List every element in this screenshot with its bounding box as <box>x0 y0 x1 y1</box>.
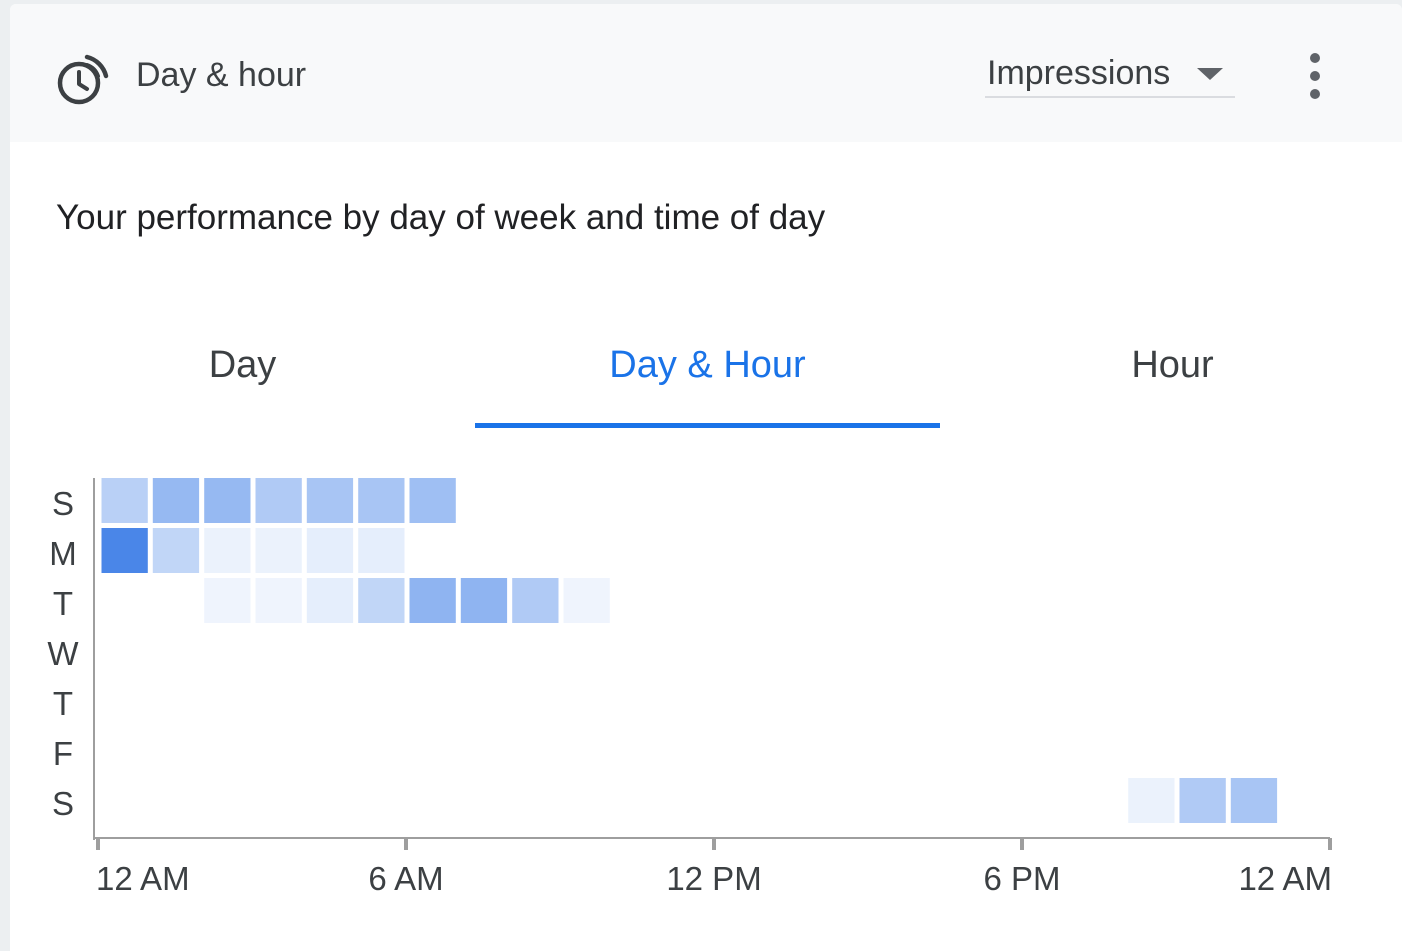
card-title: Day & hour <box>136 56 307 94</box>
tab-day[interactable]: Day <box>10 324 475 428</box>
heatmap-cell[interactable] <box>306 528 354 573</box>
heatmap-cell[interactable] <box>255 578 302 623</box>
heatmap-cell[interactable] <box>1179 778 1226 823</box>
heatmap-day-label: W <box>47 635 79 672</box>
heatmap-x-tick-label: 6 PM <box>983 860 1060 897</box>
more-vert-icon[interactable] <box>1295 48 1335 108</box>
heatmap-cell[interactable] <box>1230 778 1278 823</box>
card-header: Day & hour Impressions <box>10 4 1402 142</box>
heatmap-cell[interactable] <box>358 478 405 523</box>
active-tab-indicator <box>475 423 940 428</box>
heatmap-cell[interactable] <box>204 578 251 623</box>
heatmap-day-label: S <box>52 785 74 822</box>
metric-dropdown-value: Impressions <box>987 54 1171 92</box>
heatmap-cell[interactable] <box>152 528 200 573</box>
day-hour-card: Day & hour Impressions Your performance … <box>10 4 1402 951</box>
heatmap-cell[interactable] <box>101 528 148 573</box>
heatmap-cell[interactable] <box>101 478 148 523</box>
heatmap-cell[interactable] <box>204 528 251 573</box>
heatmap-cell[interactable] <box>255 528 302 573</box>
arrow-drop-down-icon <box>1197 68 1223 80</box>
heatmap-cell[interactable] <box>409 478 456 523</box>
heatmap-day-label: M <box>49 535 77 572</box>
heatmap-day-label: F <box>53 735 73 772</box>
tab-day-and-hour[interactable]: Day & Hour <box>475 324 940 428</box>
heatmap-cell[interactable] <box>358 578 405 623</box>
heatmap-x-tick-label: 12 AM <box>1238 860 1332 897</box>
heatmap-day-label: S <box>52 485 74 522</box>
heatmap-cell[interactable] <box>255 478 302 523</box>
heatmap-cell[interactable] <box>563 578 610 623</box>
tab-label: Day <box>208 344 277 386</box>
heatmap-cell[interactable] <box>152 478 200 523</box>
heatmap-x-tick-label: 12 PM <box>666 860 761 897</box>
heatmap-day-label: T <box>53 585 73 622</box>
heatmap-cell[interactable] <box>358 528 405 573</box>
tab-hour[interactable]: Hour <box>940 324 1402 428</box>
heatmap-cell[interactable] <box>409 578 456 623</box>
tab-label: Hour <box>1131 344 1214 386</box>
heatmap-x-tick-label: 12 AM <box>96 860 190 897</box>
card-subtitle: Your performance by day of week and time… <box>56 198 826 237</box>
heatmap-day-label: T <box>53 685 73 722</box>
view-tabs: Day Day & Hour Hour <box>10 324 1402 434</box>
tab-label: Day & Hour <box>609 344 806 386</box>
heatmap-cell[interactable] <box>1128 778 1175 823</box>
heatmap-cell[interactable] <box>460 578 508 623</box>
metric-dropdown[interactable]: Impressions <box>985 52 1235 98</box>
heatmap-x-tick-label: 6 AM <box>368 860 443 897</box>
day-hour-heatmap: SMTWTFS12 AM 6 AM 12 PM 6 PM 12 AM <box>47 478 1332 897</box>
schedule-clock-icon <box>57 54 109 105</box>
heatmap-cell[interactable] <box>306 478 354 523</box>
heatmap-cell[interactable] <box>306 578 354 623</box>
heatmap-cell[interactable] <box>512 578 559 623</box>
heatmap-cell[interactable] <box>204 478 251 523</box>
